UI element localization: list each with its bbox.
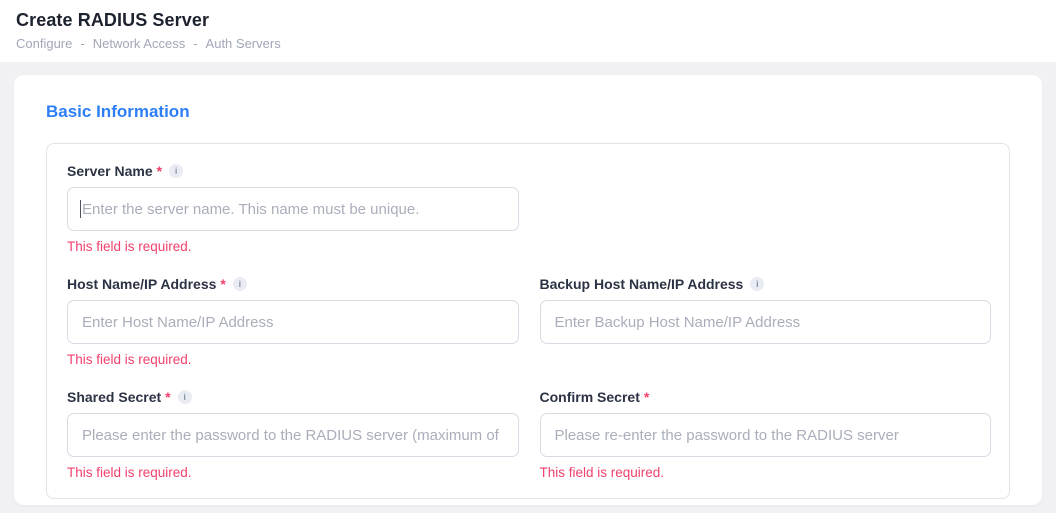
shared-secret-input[interactable] bbox=[67, 413, 519, 457]
basic-information-card: Basic Information Server Name * i This f… bbox=[14, 75, 1042, 505]
backup-host-name-label: Backup Host Name/IP Address bbox=[540, 276, 744, 292]
server-name-input[interactable] bbox=[67, 187, 519, 231]
breadcrumb-item-network-access[interactable]: Network Access bbox=[93, 36, 185, 51]
form-grid: Server Name * i This field is required. … bbox=[67, 162, 991, 481]
field-label-row: Backup Host Name/IP Address i bbox=[540, 275, 992, 292]
required-asterisk: * bbox=[220, 276, 225, 292]
server-name-input-wrap bbox=[67, 187, 519, 231]
empty-cell bbox=[540, 162, 992, 255]
shared-secret-label: Shared Secret bbox=[67, 389, 161, 405]
required-asterisk: * bbox=[165, 389, 170, 405]
server-name-error: This field is required. bbox=[67, 239, 519, 254]
backup-host-name-input-wrap bbox=[540, 300, 992, 344]
text-cursor bbox=[80, 200, 81, 218]
page-title: Create RADIUS Server bbox=[16, 10, 1040, 31]
host-name-error: This field is required. bbox=[67, 352, 519, 367]
breadcrumb-item-auth-servers[interactable]: Auth Servers bbox=[206, 36, 281, 51]
required-asterisk: * bbox=[644, 389, 649, 405]
field-label-row: Server Name * i bbox=[67, 162, 519, 179]
field-host-name: Host Name/IP Address * i This field is r… bbox=[67, 275, 519, 368]
page-body: Basic Information Server Name * i This f… bbox=[0, 62, 1056, 513]
page-header: Create RADIUS Server Configure - Network… bbox=[0, 0, 1056, 62]
confirm-secret-error: This field is required. bbox=[540, 465, 992, 480]
basic-information-fieldset: Server Name * i This field is required. … bbox=[46, 143, 1010, 499]
required-asterisk: * bbox=[157, 163, 162, 179]
field-server-name: Server Name * i This field is required. bbox=[67, 162, 519, 255]
host-name-input[interactable] bbox=[67, 300, 519, 344]
section-heading: Basic Information bbox=[46, 101, 1010, 123]
field-label-row: Confirm Secret * bbox=[540, 388, 992, 405]
info-icon[interactable]: i bbox=[178, 390, 192, 404]
breadcrumb-item-configure[interactable]: Configure bbox=[16, 36, 72, 51]
field-backup-host-name: Backup Host Name/IP Address i bbox=[540, 275, 992, 368]
host-name-input-wrap bbox=[67, 300, 519, 344]
confirm-secret-input-wrap bbox=[540, 413, 992, 457]
confirm-secret-label: Confirm Secret bbox=[540, 389, 640, 405]
field-label-row: Host Name/IP Address * i bbox=[67, 275, 519, 292]
server-name-label: Server Name bbox=[67, 163, 153, 179]
breadcrumb-separator: - bbox=[80, 36, 84, 51]
field-label-row: Shared Secret * i bbox=[67, 388, 519, 405]
info-icon[interactable]: i bbox=[233, 277, 247, 291]
shared-secret-error: This field is required. bbox=[67, 465, 519, 480]
backup-host-name-input[interactable] bbox=[540, 300, 992, 344]
field-shared-secret: Shared Secret * i This field is required… bbox=[67, 388, 519, 481]
breadcrumb: Configure - Network Access - Auth Server… bbox=[16, 36, 1040, 51]
field-confirm-secret: Confirm Secret * This field is required. bbox=[540, 388, 992, 481]
info-icon[interactable]: i bbox=[750, 277, 764, 291]
host-name-label: Host Name/IP Address bbox=[67, 276, 216, 292]
confirm-secret-input[interactable] bbox=[540, 413, 992, 457]
breadcrumb-separator: - bbox=[193, 36, 197, 51]
info-icon[interactable]: i bbox=[169, 164, 183, 178]
shared-secret-input-wrap bbox=[67, 413, 519, 457]
